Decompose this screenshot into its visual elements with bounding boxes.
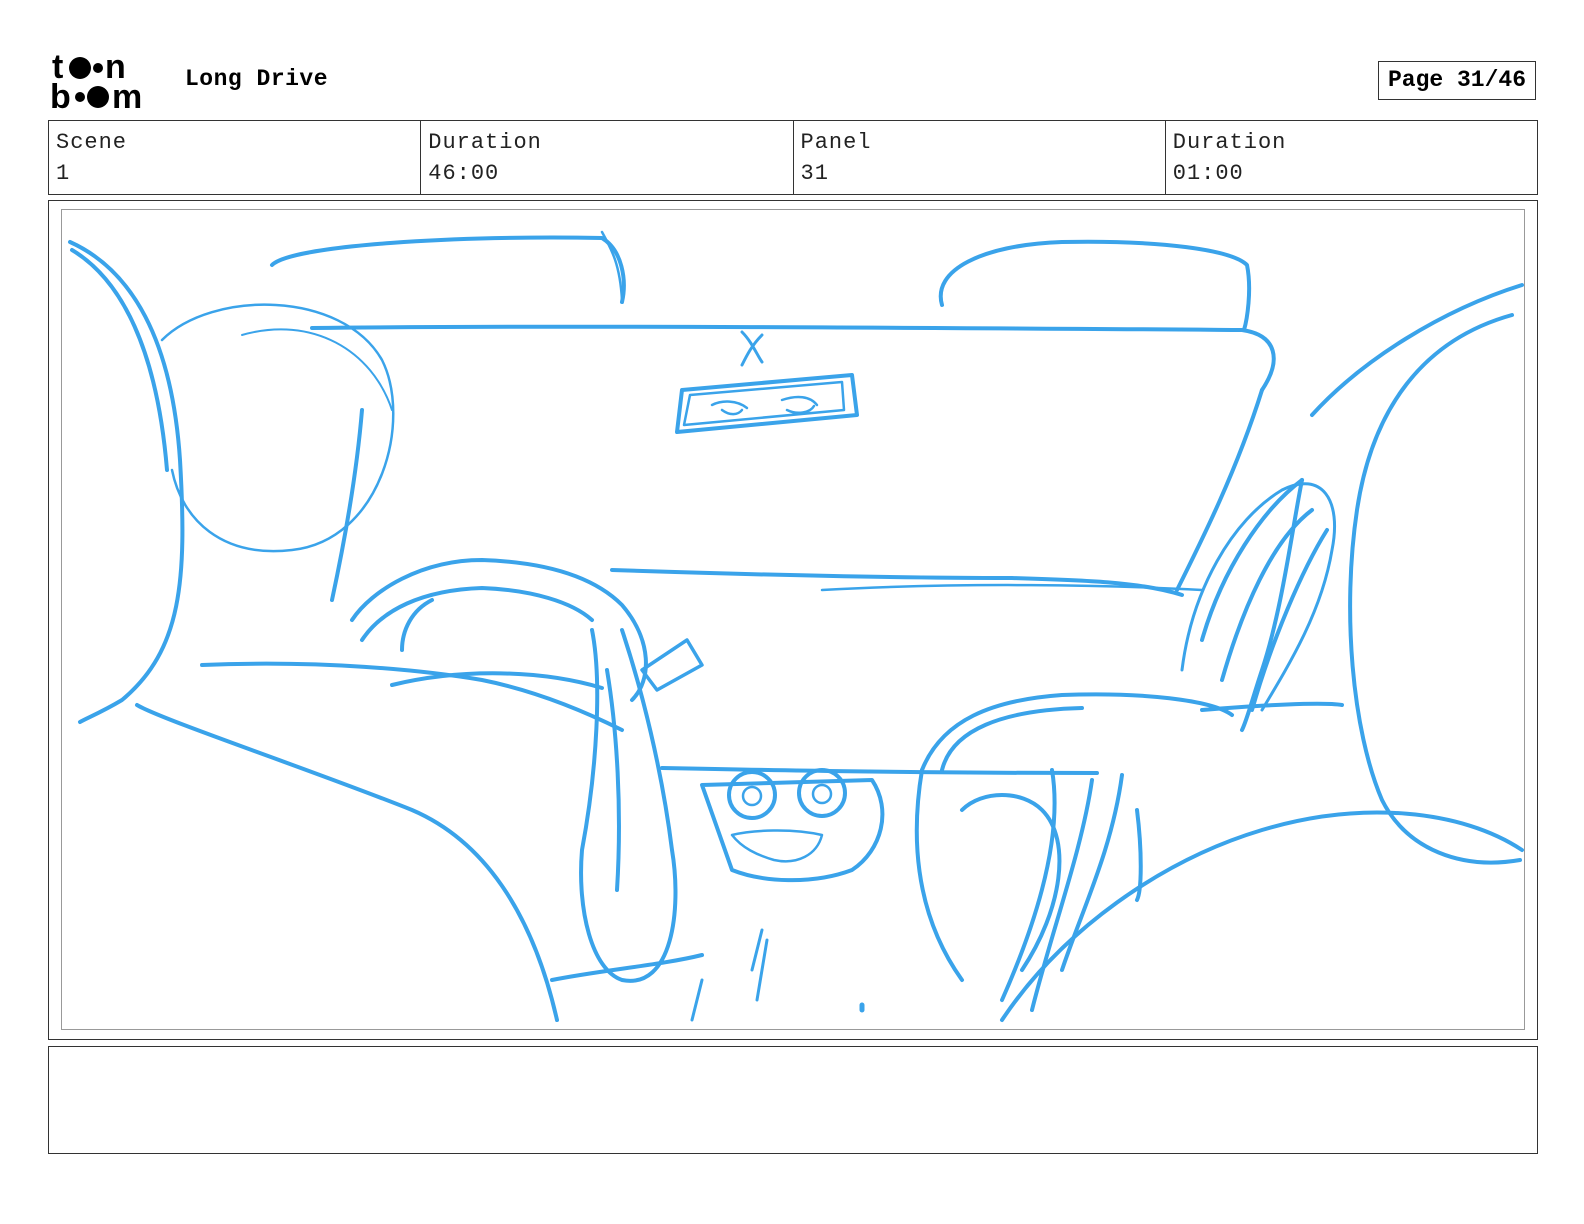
project-title: Long Drive [185, 66, 329, 92]
panel-notes-box[interactable] [48, 1046, 1538, 1154]
panel-duration-cell: Duration 01:00 [1166, 121, 1537, 194]
scene-info-table: Scene 1 Duration 46:00 Panel 31 Duration… [48, 120, 1538, 195]
panel-duration-label: Duration [1172, 130, 1287, 155]
car-interior-sketch-icon [68, 230, 1524, 1022]
page-indicator: Page 31/46 [1378, 61, 1536, 100]
toonboom-logo-icon: t n b m [50, 50, 142, 112]
storyboard-panel [61, 209, 1525, 1030]
scene-duration-value: 46:00 [428, 161, 500, 186]
panel-value: 31 [800, 161, 829, 186]
scene-value: 1 [56, 161, 71, 186]
scene-cell: Scene 1 [49, 121, 422, 194]
svg-text:b: b [50, 78, 71, 112]
panel-duration-value: 01:00 [1172, 161, 1244, 186]
panel-label: Panel [800, 130, 872, 155]
storyboard-panel-frame [48, 200, 1538, 1040]
scene-duration-label: Duration [428, 130, 542, 155]
scene-label: Scene [56, 130, 128, 155]
panel-cell: Panel 31 [794, 121, 1166, 194]
scene-duration-cell: Duration 46:00 [421, 121, 794, 194]
svg-text:m: m [112, 78, 142, 112]
